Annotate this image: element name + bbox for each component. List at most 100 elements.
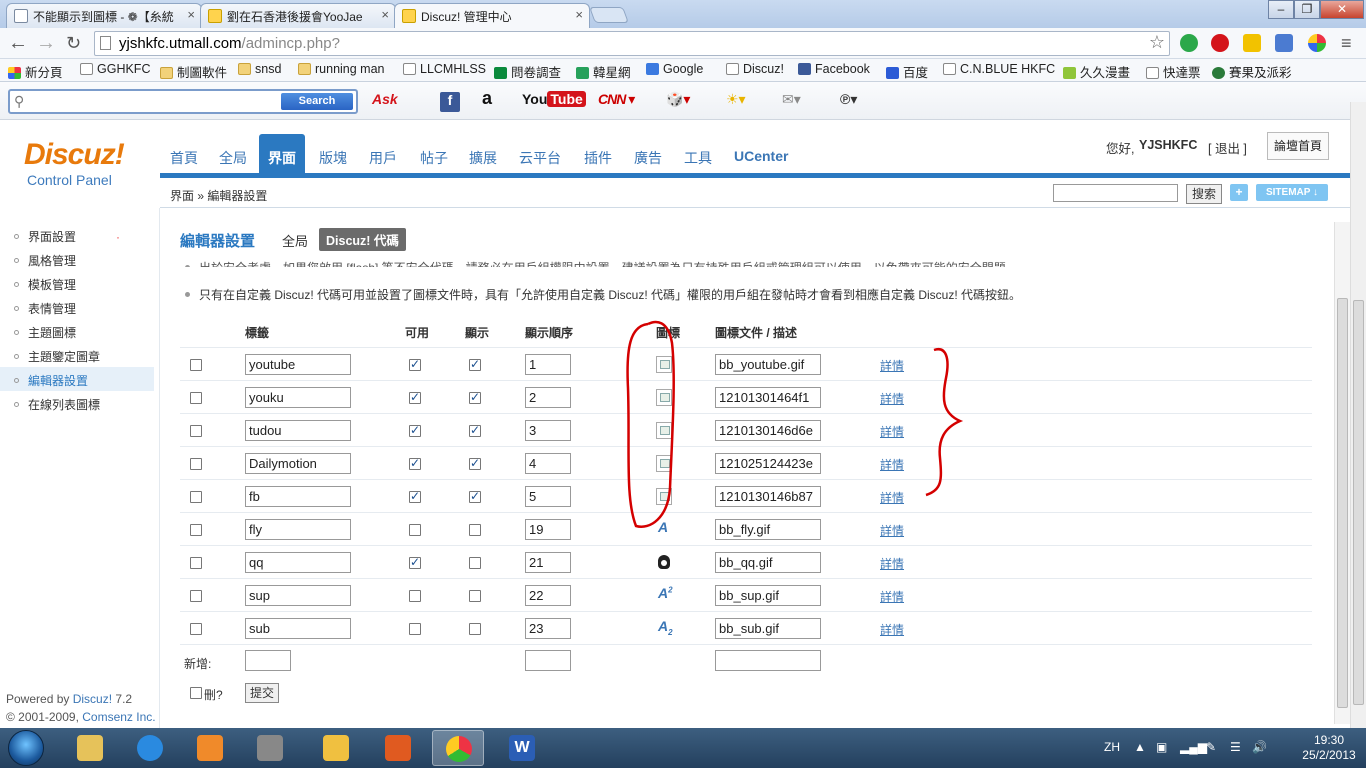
- tag-input[interactable]: qq: [245, 552, 351, 573]
- bookmark-item[interactable]: LLCMHLSS: [403, 62, 486, 76]
- sitemap-button[interactable]: SITEMAP ↓: [1256, 184, 1328, 201]
- nav-global[interactable]: 全局: [219, 148, 247, 168]
- dictionary-icon[interactable]: ℗▾: [840, 91, 857, 108]
- reload-icon[interactable]: ↻: [66, 32, 81, 54]
- taskbar-media-player[interactable]: [184, 730, 236, 766]
- taskbar-ie[interactable]: [124, 730, 176, 766]
- ask-search-box[interactable]: ⚲ Search: [8, 89, 358, 114]
- display-checkbox[interactable]: [469, 489, 481, 503]
- new-tab-button[interactable]: [589, 7, 629, 23]
- bookmark-item[interactable]: 問卷調查: [494, 62, 561, 81]
- ask-logo-icon[interactable]: Ask: [372, 91, 398, 107]
- games-icon[interactable]: 🎲▾: [666, 91, 690, 108]
- tag-input[interactable]: sup: [245, 585, 351, 606]
- taskbar-explorer[interactable]: [64, 730, 116, 766]
- nav-extensions[interactable]: 擴展: [469, 148, 497, 168]
- taskbar-app[interactable]: [310, 730, 362, 766]
- sidebar-item-styles[interactable]: 風格管理: [14, 252, 76, 269]
- bookmark-item[interactable]: 新分頁: [8, 62, 63, 81]
- detail-link[interactable]: 詳情: [880, 390, 904, 407]
- chrome-extension-icon[interactable]: [1308, 34, 1326, 52]
- mail-icon[interactable]: ✉▾: [782, 91, 801, 108]
- enabled-checkbox[interactable]: [409, 357, 421, 371]
- tag-input[interactable]: youku: [245, 387, 351, 408]
- comsenz-link[interactable]: Comsenz Inc.: [82, 710, 155, 724]
- ask-extension-icon[interactable]: [1211, 34, 1229, 52]
- sidebar-item-editor-settings[interactable]: 編輯器設置: [0, 367, 154, 391]
- extension-icon[interactable]: [1180, 34, 1198, 52]
- delete-checkbox[interactable]: [190, 359, 202, 371]
- enabled-checkbox[interactable]: [409, 456, 421, 470]
- delete-checkbox[interactable]: [190, 524, 202, 536]
- bookmark-item[interactable]: 百度: [886, 62, 928, 81]
- tag-input[interactable]: fly: [245, 519, 351, 540]
- tray-app-icon[interactable]: ☰: [1230, 740, 1241, 754]
- sidebar-item-smilies[interactable]: 表情管理: [14, 300, 76, 317]
- taskbar-scanner[interactable]: [244, 730, 296, 766]
- taskbar-word[interactable]: W: [496, 730, 548, 766]
- enabled-checkbox[interactable]: [409, 555, 421, 569]
- detail-link[interactable]: 詳情: [880, 456, 904, 473]
- enabled-checkbox[interactable]: [409, 423, 421, 437]
- display-checkbox[interactable]: [469, 557, 481, 569]
- bookmark-item[interactable]: C.N.BLUE HKFC: [943, 62, 1055, 76]
- order-input[interactable]: 21: [525, 552, 571, 573]
- bookmark-folder[interactable]: 制圖軟件: [160, 62, 227, 81]
- detail-link[interactable]: 詳情: [880, 357, 904, 374]
- logout-link[interactable]: [ 退出 ]: [1208, 138, 1247, 157]
- youtube-icon[interactable]: You Tube: [522, 91, 586, 107]
- new-order-input[interactable]: [525, 650, 571, 671]
- delete-all-checkbox[interactable]: [190, 687, 202, 699]
- network-icon[interactable]: ▂▄▆: [1180, 740, 1207, 754]
- facebook-icon[interactable]: f: [440, 92, 460, 112]
- tag-input[interactable]: tudou: [245, 420, 351, 441]
- display-checkbox[interactable]: [469, 623, 481, 635]
- detail-link[interactable]: 詳情: [880, 588, 904, 605]
- new-tag-input[interactable]: [245, 650, 291, 671]
- scrollbar-thumb[interactable]: [1337, 298, 1348, 708]
- browser-tab-1[interactable]: 不能顯示到圖標 - ❁【糸統 ×: [6, 3, 202, 28]
- bookmark-item[interactable]: 快達票: [1146, 62, 1201, 81]
- tab-global[interactable]: 全局: [282, 231, 308, 250]
- sidebar-item-interface-settings[interactable]: 界面設置 ·: [14, 228, 120, 245]
- nav-plugins[interactable]: 插件: [584, 148, 612, 168]
- nav-users[interactable]: 用戶: [369, 148, 397, 168]
- delete-checkbox[interactable]: [190, 458, 202, 470]
- admin-search-button[interactable]: 搜索: [1186, 184, 1222, 204]
- display-checkbox[interactable]: [469, 390, 481, 404]
- enabled-checkbox[interactable]: [409, 623, 421, 635]
- nav-cloud[interactable]: 云平台: [519, 148, 561, 168]
- volume-icon[interactable]: 🔊: [1252, 740, 1267, 754]
- display-checkbox[interactable]: [469, 456, 481, 470]
- nav-tools[interactable]: 工具: [684, 148, 712, 168]
- weather-icon[interactable]: ☀▾: [726, 91, 746, 108]
- my-extension-icon[interactable]: [1243, 34, 1261, 52]
- nav-ucenter[interactable]: UCenter: [734, 148, 788, 164]
- bookmark-folder[interactable]: running man: [298, 62, 385, 76]
- bookmark-item[interactable]: 韓星網: [576, 62, 631, 81]
- display-checkbox[interactable]: [469, 423, 481, 437]
- icon-file-input[interactable]: 12101301464f1: [715, 387, 821, 408]
- detail-link[interactable]: 詳情: [880, 423, 904, 440]
- tag-input[interactable]: Dailymotion: [245, 453, 351, 474]
- icon-file-input[interactable]: bb_fly.gif: [715, 519, 821, 540]
- admin-search-input[interactable]: [1053, 184, 1178, 202]
- icon-file-input[interactable]: 121025124423e: [715, 453, 821, 474]
- icon-file-input[interactable]: bb_youtube.gif: [715, 354, 821, 375]
- content-scrollbar[interactable]: [1334, 222, 1350, 724]
- icon-file-input[interactable]: bb_qq.gif: [715, 552, 821, 573]
- restore-button[interactable]: ❐: [1294, 0, 1320, 19]
- sidebar-item-templates[interactable]: 模板管理: [14, 276, 76, 293]
- bookmark-item[interactable]: 久久漫畫: [1063, 62, 1130, 81]
- enabled-checkbox[interactable]: [409, 524, 421, 536]
- tray-app-icon[interactable]: ✎: [1206, 740, 1216, 754]
- bookmark-item[interactable]: Facebook: [798, 62, 870, 76]
- nav-posts[interactable]: 帖子: [420, 148, 448, 168]
- cnn-icon[interactable]: CNN ▾: [598, 91, 635, 108]
- tag-input[interactable]: youtube: [245, 354, 351, 375]
- browser-tab-3[interactable]: Discuz! 管理中心 ×: [394, 3, 590, 28]
- icon-file-input[interactable]: 1210130146b87: [715, 486, 821, 507]
- order-input[interactable]: 1: [525, 354, 571, 375]
- icon-file-input[interactable]: bb_sup.gif: [715, 585, 821, 606]
- taskbar-app[interactable]: [372, 730, 424, 766]
